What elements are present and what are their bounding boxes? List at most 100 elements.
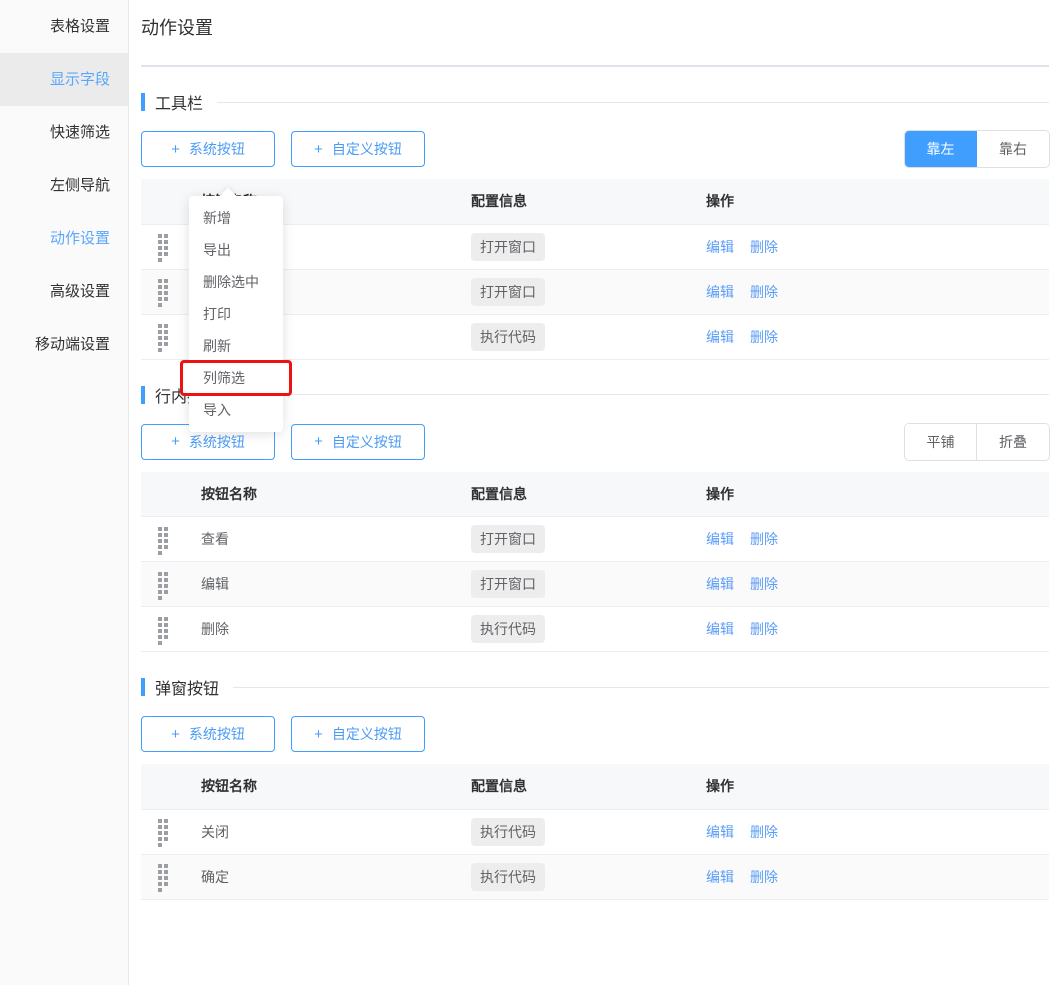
button-label: 自定义按钮 xyxy=(332,432,402,452)
custom-button-add[interactable]: +自定义按钮 xyxy=(291,131,425,167)
row-delete-link[interactable]: 删除 xyxy=(750,576,778,592)
row-edit-link[interactable]: 编辑 xyxy=(706,531,734,547)
row-delete-link[interactable]: 删除 xyxy=(750,284,778,300)
section-title: 工具栏 xyxy=(155,90,203,114)
section-header: 工具栏 xyxy=(141,83,1049,121)
dropdown-menu-item-0[interactable]: 新增 xyxy=(189,202,283,234)
row-drag-cell xyxy=(141,562,201,607)
drag-handle-icon[interactable] xyxy=(157,818,173,834)
dropdown-menu-item-4[interactable]: 刷新 xyxy=(189,330,283,362)
row-operations-cell: 编辑删除 xyxy=(706,562,1049,607)
drag-handle-icon[interactable] xyxy=(157,323,173,339)
drag-handle-icon[interactable] xyxy=(157,571,173,587)
row-button-name: 查看 xyxy=(201,517,471,562)
row-delete-link[interactable]: 删除 xyxy=(750,869,778,885)
row-edit-link[interactable]: 编辑 xyxy=(706,869,734,885)
page-title: 动作设置 xyxy=(129,0,1059,42)
section-2: 弹窗按钮+系统按钮+自定义按钮按钮名称配置信息操作关闭执行代码编辑删除确定执行代… xyxy=(129,668,1059,900)
row-edit-link[interactable]: 编辑 xyxy=(706,576,734,592)
table-row: 关闭执行代码 编辑删除 xyxy=(141,809,1049,854)
table-row: 查看打开窗口 编辑删除 xyxy=(141,517,1049,562)
row-delete-link[interactable]: 删除 xyxy=(750,824,778,840)
sidebar-item-1[interactable]: 显示字段 xyxy=(0,53,128,106)
toggle-option-0[interactable]: 平铺 xyxy=(905,424,977,460)
main-content: 动作设置 工具栏+系统按钮+自定义按钮靠左靠右按钮名称配置信息操作打开窗口编辑删… xyxy=(129,0,1059,985)
row-delete-link[interactable]: 删除 xyxy=(750,329,778,345)
row-edit-link[interactable]: 编辑 xyxy=(706,621,734,637)
table-row: 删除执行代码编辑删除 xyxy=(141,607,1049,652)
dropdown-menu-item-2[interactable]: 删除选中 xyxy=(189,266,283,298)
row-operations-cell: 编辑删除 xyxy=(706,607,1049,652)
row-edit-link[interactable]: 编辑 xyxy=(706,824,734,840)
config-tag: 执行代码 xyxy=(471,818,545,846)
plus-icon: + xyxy=(171,434,180,449)
column-header-2: 操作 xyxy=(706,472,1049,517)
row-operations-cell: 编辑删除 xyxy=(706,854,1049,899)
system-button-add[interactable]: +系统按钮 xyxy=(141,131,275,167)
row-operations-cell: 编辑删除 xyxy=(706,517,1049,562)
plus-icon: + xyxy=(314,727,323,742)
toggle-option-0[interactable]: 靠左 xyxy=(905,131,977,167)
config-tag: 打开窗口 xyxy=(471,278,545,306)
section-rule xyxy=(217,102,1049,103)
button-label: 自定义按钮 xyxy=(332,139,402,159)
alignment-toggle-group: 平铺折叠 xyxy=(905,424,1049,460)
toggle-option-1[interactable]: 靠右 xyxy=(977,131,1049,167)
sidebar-item-4[interactable]: 动作设置 xyxy=(0,212,128,265)
config-tag: 打开窗口 xyxy=(471,525,545,553)
row-edit-link[interactable]: 编辑 xyxy=(706,329,734,345)
drag-handle-icon[interactable] xyxy=(157,278,173,294)
drag-handle-icon[interactable] xyxy=(157,233,173,249)
column-header-1: 配置信息 xyxy=(471,764,706,809)
row-button-name: 删除 xyxy=(201,607,471,652)
sidebar-item-6[interactable]: 移动端设置 xyxy=(0,318,128,371)
section-header: 弹窗按钮 xyxy=(141,668,1049,706)
plus-icon: + xyxy=(171,727,180,742)
system-button-add[interactable]: + 系统按钮 xyxy=(141,716,275,752)
dropdown-menu-item-1[interactable]: 导出 xyxy=(189,234,283,266)
row-edit-link[interactable]: 编辑 xyxy=(706,239,734,255)
config-tag: 打开窗口 xyxy=(471,233,545,261)
column-header-1: 配置信息 xyxy=(471,179,706,224)
section-rule xyxy=(233,394,1049,395)
section-accent-bar xyxy=(141,678,145,696)
section-title: 弹窗按钮 xyxy=(155,675,219,699)
section-accent-bar xyxy=(141,386,145,404)
dropdown-menu-item-6[interactable]: 导入 xyxy=(189,394,283,426)
button-label: 系统按钮 xyxy=(189,724,245,744)
column-header-1: 配置信息 xyxy=(471,472,706,517)
dropdown-menu-item-3[interactable]: 打印 xyxy=(189,298,283,330)
row-delete-link[interactable]: 删除 xyxy=(750,239,778,255)
toggle-option-1[interactable]: 折叠 xyxy=(977,424,1049,460)
row-button-name: 关闭 xyxy=(201,809,471,854)
sidebar-item-5[interactable]: 高级设置 xyxy=(0,265,128,318)
custom-button-add[interactable]: + 自定义按钮 xyxy=(291,716,425,752)
row-config-cell: 打开窗口 xyxy=(471,562,706,607)
dropdown-menu-item-5[interactable]: 列筛选 xyxy=(182,362,290,394)
buttons-table: 按钮名称配置信息操作查看打开窗口编辑删除编辑打开窗口编辑删除删除执行代码编辑删除 xyxy=(141,472,1049,653)
drag-handle-icon[interactable] xyxy=(157,863,173,879)
row-delete-link[interactable]: 删除 xyxy=(750,621,778,637)
section-button-row: +系统按钮 +自定义按钮 靠左靠右 xyxy=(141,131,1049,167)
sidebar-item-3[interactable]: 左侧导航 xyxy=(0,159,128,212)
drag-handle-icon[interactable] xyxy=(157,526,173,542)
button-label: 自定义按钮 xyxy=(332,724,402,744)
row-edit-link[interactable]: 编辑 xyxy=(706,284,734,300)
row-delete-link[interactable]: 删除 xyxy=(750,531,778,547)
custom-button-add[interactable]: +自定义按钮 xyxy=(291,424,425,460)
row-button-name: 编辑 xyxy=(201,562,471,607)
header-drag xyxy=(141,764,201,809)
section-rule xyxy=(233,687,1049,688)
sidebar-item-0[interactable]: 表格设置 xyxy=(0,0,128,53)
config-tag: 执行代码 xyxy=(471,863,545,891)
sidebar-item-2[interactable]: 快速筛选 xyxy=(0,106,128,159)
row-config-cell: 打开窗口 xyxy=(471,224,706,269)
drag-handle-icon[interactable] xyxy=(157,616,173,632)
config-tag: 执行代码 xyxy=(471,615,545,643)
row-operations-cell: 编辑删除 xyxy=(706,224,1049,269)
row-operations-cell: 编辑删除 xyxy=(706,269,1049,314)
config-tag: 打开窗口 xyxy=(471,570,545,598)
system-button-dropdown-menu[interactable]: 新增导出删除选中打印刷新列筛选导入 xyxy=(189,196,283,432)
action-settings-page: 表格设置显示字段快速筛选左侧导航动作设置高级设置移动端设置 动作设置 工具栏+系… xyxy=(0,0,1059,985)
row-drag-cell xyxy=(141,607,201,652)
